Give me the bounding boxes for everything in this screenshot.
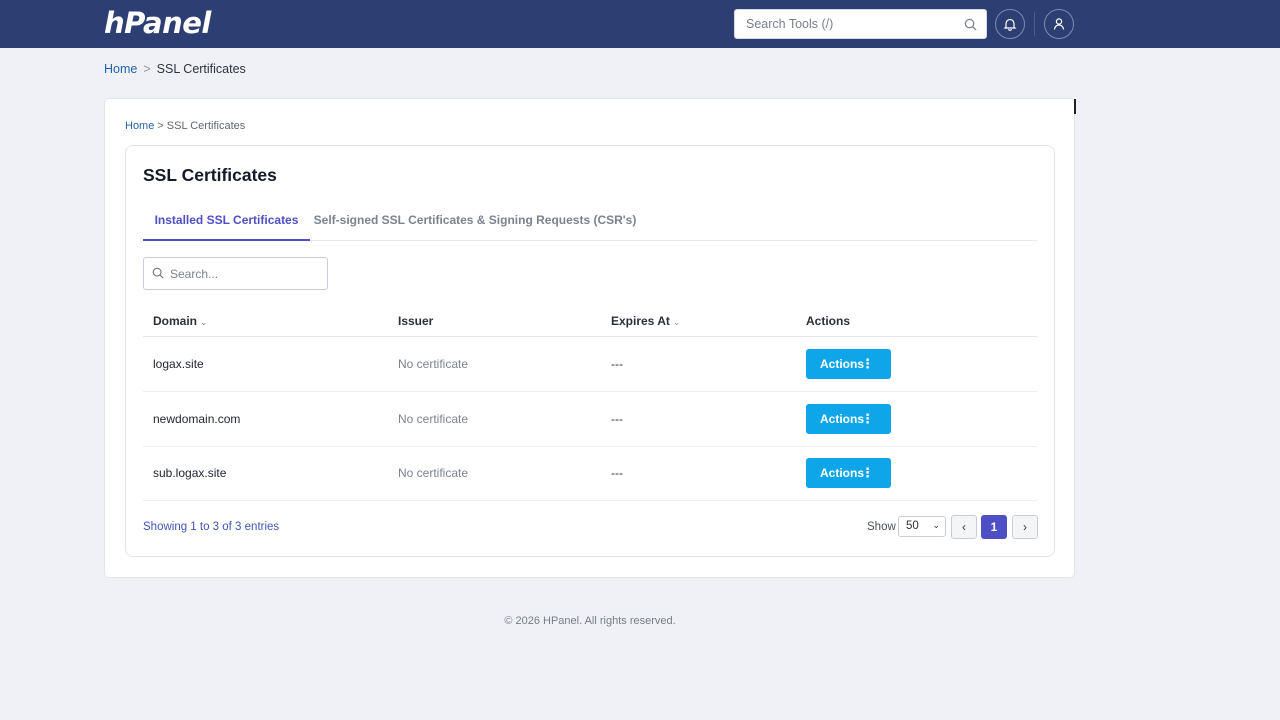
sort-chevron-icon: ⌄ — [200, 317, 208, 327]
actions-button[interactable]: Actions ⋮ — [806, 404, 891, 434]
table-row: newdomain.com No certificate --- Actions… — [143, 392, 1037, 447]
entries-count: Showing 1 to 3 of 3 entries — [143, 521, 280, 533]
table-search-input[interactable] — [170, 262, 320, 286]
breadcrumb-separator: > — [143, 62, 151, 76]
issuer-cell: No certificate — [398, 412, 469, 426]
previous-page-button[interactable]: ‹ — [951, 515, 977, 539]
domain-cell: sub.logax.site — [153, 466, 227, 480]
tab-bar: Installed SSL Certificates Self-signed S… — [143, 204, 1037, 241]
header-divider — [1034, 12, 1035, 36]
user-menu-button[interactable] — [1044, 9, 1074, 39]
domain-cell: newdomain.com — [153, 412, 241, 426]
footer-copyright: © 2026 HPanel. All rights reserved. — [504, 615, 676, 627]
user-icon — [1053, 18, 1065, 30]
chevron-left-icon: ‹ — [962, 520, 966, 534]
bell-icon — [1003, 18, 1017, 31]
page-title: SSL Certificates — [143, 165, 277, 185]
sort-chevron-icon: ⌄ — [672, 317, 681, 327]
table-row: sub.logax.site No certificate --- Action… — [143, 446, 1037, 501]
hpanel-logo[interactable]: hPanel — [104, 6, 211, 40]
top-navbar: hPanel — [0, 0, 1280, 48]
breadcrumb-home-link[interactable]: Home — [104, 62, 137, 76]
ssl-certificates-card: SSL Certificates Installed SSL Certifica… — [125, 145, 1055, 557]
text-cursor — [1074, 99, 1076, 114]
expires-cell: --- — [611, 466, 623, 480]
search-icon[interactable] — [964, 18, 977, 31]
actions-button[interactable]: Actions ⋮ — [806, 458, 891, 488]
page-number-button[interactable]: 1 — [981, 515, 1007, 539]
column-header-expires[interactable]: Expires At ⌄ — [611, 314, 680, 328]
expires-cell: --- — [611, 412, 623, 426]
tab-self-signed-csr[interactable]: Self-signed SSL Certificates & Signing R… — [310, 204, 640, 241]
breadcrumb: Home > SSL Certificates — [104, 62, 246, 76]
content-panel: Home > SSL Certificates SSL Certificates I… — [104, 98, 1075, 578]
tools-search-box[interactable] — [734, 9, 987, 39]
column-header-issuer: Issuer — [398, 314, 434, 328]
notifications-button[interactable] — [995, 9, 1025, 39]
inner-breadcrumb-home-link[interactable]: Home — [125, 120, 154, 132]
column-header-domain[interactable]: Domain ⌄ — [153, 314, 208, 328]
chevron-right-icon: › — [1023, 520, 1027, 534]
table-header: Domain ⌄ Issuer Expires At ⌄ Actions — [143, 304, 1037, 337]
table-search-box[interactable] — [143, 257, 328, 290]
tab-installed-ssl[interactable]: Installed SSL Certificates — [143, 204, 310, 241]
tools-search-input[interactable] — [746, 10, 956, 38]
actions-button[interactable]: Actions ⋮ — [806, 349, 891, 379]
next-page-button[interactable]: › — [1012, 515, 1038, 539]
more-vertical-icon: ⋮ — [861, 465, 874, 480]
search-icon — [152, 267, 164, 279]
breadcrumb-current: SSL Certificates — [156, 62, 246, 76]
page-size-select[interactable]: 50 ⌄ — [898, 516, 946, 537]
expires-cell: --- — [611, 357, 623, 371]
issuer-cell: No certificate — [398, 466, 469, 480]
more-vertical-icon: ⋮ — [861, 411, 874, 426]
inner-breadcrumb-current: SSL Certificates — [166, 120, 246, 132]
issuer-cell: No certificate — [398, 357, 469, 371]
domain-cell: logax.site — [153, 357, 204, 371]
inner-breadcrumb: Home > SSL Certificates — [125, 120, 245, 132]
inner-breadcrumb-separator: > — [157, 120, 164, 132]
page-size-label: Show — [867, 521, 896, 533]
more-vertical-icon: ⋮ — [861, 356, 874, 371]
table-row: logax.site No certificate --- Actions ⋮ — [143, 337, 1037, 392]
chevron-down-icon: ⌄ — [932, 520, 940, 530]
column-header-actions: Actions — [806, 314, 851, 328]
